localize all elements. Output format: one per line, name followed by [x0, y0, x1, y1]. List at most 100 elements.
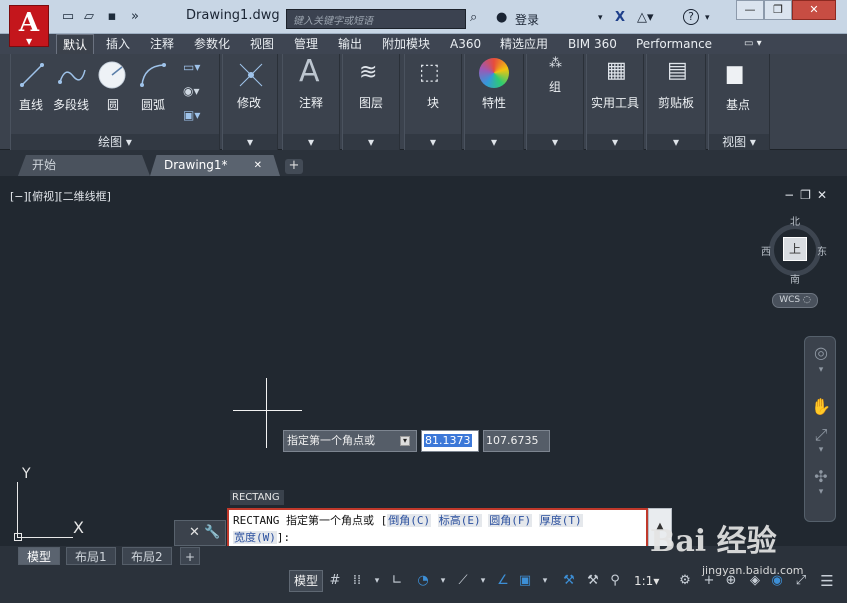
panel-modify[interactable]: 修改 ▾ — [222, 54, 278, 150]
isodraft-icon[interactable]: ⟋ — [454, 572, 472, 590]
panel-modify-dropdown-icon[interactable]: ▾ — [223, 134, 277, 150]
layout-tab-layout1[interactable]: 布局1 — [66, 547, 116, 565]
panel-clipboard[interactable]: ▤ 剪贴板 ▾ — [646, 54, 706, 150]
osnap-dropdown-icon[interactable]: ▾ — [536, 572, 554, 590]
ribbon-tab-output[interactable]: 输出 — [332, 34, 368, 54]
snap-dropdown-icon[interactable]: ▾ — [368, 572, 386, 590]
hatch-icon[interactable]: ◉▾ — [183, 84, 200, 98]
panel-utilities[interactable]: ▦ 实用工具 ▾ — [586, 54, 644, 150]
application-menu-button[interactable]: A ▼ — [9, 5, 49, 47]
ribbon-tab-annotate[interactable]: 注释 — [144, 34, 180, 54]
login-dropdown-icon[interactable]: ▾ — [598, 9, 603, 27]
orbit-dropdown-icon[interactable]: ▾ — [811, 487, 831, 507]
arc-icon[interactable] — [139, 62, 167, 88]
ribbon-tab-manage[interactable]: 管理 — [288, 34, 324, 54]
compass-north[interactable]: 北 — [790, 213, 800, 228]
option-chamfer[interactable]: 倒角(C) — [387, 514, 432, 527]
panel-properties-dropdown-icon[interactable]: ▾ — [465, 134, 523, 150]
ribbon-tab-insert[interactable]: 插入 — [100, 34, 136, 54]
compass-south[interactable]: 南 — [790, 271, 800, 286]
steering-dropdown-icon[interactable]: ▾ — [811, 365, 831, 385]
ribbon-tab-home[interactable]: 默认 — [56, 34, 95, 54]
layout-tab-layout2[interactable]: 布局2 — [122, 547, 172, 565]
dynamic-input-y-field[interactable]: 107.6735 — [483, 430, 550, 452]
help-icon[interactable]: ? — [683, 9, 699, 25]
panel-layers[interactable]: ≋ 图层 ▾ — [342, 54, 400, 150]
option-elevation[interactable]: 标高(E) — [437, 514, 482, 527]
option-fillet[interactable]: 圆角(F) — [488, 514, 533, 527]
panel-draw-footer[interactable]: 绘图 ▾ — [11, 134, 219, 150]
ribbon-tab-parametric[interactable]: 参数化 — [188, 34, 236, 54]
command-line-tools[interactable]: ✕ 🔧 — [174, 520, 226, 546]
add-layout-button[interactable]: + — [180, 547, 201, 565]
dynamic-input-options-icon[interactable]: ▾ — [400, 436, 410, 446]
ribbon-tab-addins[interactable]: 附加模块 — [376, 34, 436, 54]
rectangle-icon[interactable]: ▭▾ — [183, 60, 200, 74]
viewport-controls-label[interactable]: [−][俯视][二维线框] — [10, 188, 111, 204]
search-input[interactable]: 键入关键字或短语 — [286, 9, 466, 29]
panel-block[interactable]: ⬚ 块 ▾ — [404, 54, 462, 150]
auto-scale-icon[interactable]: ⚒ — [584, 572, 602, 590]
region-icon[interactable]: ▣▾ — [183, 108, 200, 122]
compass-east[interactable]: 东 — [817, 243, 827, 258]
polar-dropdown-icon[interactable]: ▾ — [434, 572, 452, 590]
panel-annotation-dropdown-icon[interactable]: ▾ — [283, 134, 339, 150]
option-thickness[interactable]: 厚度(T) — [538, 514, 583, 527]
option-width[interactable]: 宽度(W) — [233, 531, 277, 544]
close-button[interactable]: ✕ — [792, 0, 836, 20]
exchange-apps-icon[interactable]: X — [615, 9, 625, 27]
viewcube-top-face[interactable]: 上 — [783, 237, 807, 261]
file-tab-start[interactable]: 开始 — [18, 155, 150, 176]
command-line-input[interactable]: RECTANG 指定第一个角点或 [倒角(C) 标高(E) 圆角(F) 厚度(T… — [227, 508, 648, 548]
restore-button[interactable]: ❐ — [764, 0, 792, 20]
grid-icon[interactable]: # — [326, 572, 344, 590]
object-snap-icon[interactable]: ▣ — [516, 572, 534, 590]
polar-tracking-icon[interactable]: ◔ — [414, 572, 432, 590]
ortho-icon[interactable]: ∟ — [388, 572, 406, 590]
annotation-visibility-icon[interactable]: ⚒ — [560, 572, 578, 590]
close-tab-icon[interactable]: ✕ — [254, 155, 262, 176]
panel-properties[interactable]: 特性 ▾ — [464, 54, 524, 150]
binoculars-icon[interactable]: ⌕ — [470, 9, 477, 27]
tool-line-label[interactable]: 直线 — [19, 96, 43, 113]
compass-west[interactable]: 西 — [761, 243, 771, 258]
line-icon[interactable] — [19, 62, 45, 88]
panel-clipboard-dropdown-icon[interactable]: ▾ — [647, 134, 705, 150]
panel-groups[interactable]: ⁂ 组 ▾ — [526, 54, 584, 150]
steering-wheel-icon[interactable]: ◎ — [811, 343, 831, 363]
ribbon-tab-view[interactable]: 视图 — [244, 34, 280, 54]
model-space-button[interactable]: 模型 — [289, 570, 323, 592]
tool-arc-label[interactable]: 圆弧 — [141, 96, 165, 113]
minimize-button[interactable]: — — [736, 0, 764, 20]
panel-utilities-dropdown-icon[interactable]: ▾ — [587, 134, 643, 150]
pan-hand-icon[interactable]: ✋ — [811, 397, 831, 417]
autodesk-a360-icon[interactable]: △▾ — [637, 9, 654, 27]
save-icon[interactable]: ▪ — [104, 9, 120, 25]
tool-polyline-label[interactable]: 多段线 — [53, 96, 89, 113]
new-file-icon[interactable]: ▭ — [60, 9, 76, 25]
new-tab-button[interactable]: + — [285, 159, 303, 174]
ribbon-toggle-icon[interactable]: ▭ ▾ — [738, 34, 768, 54]
snap-icon[interactable]: ⁞⁞ — [348, 572, 366, 590]
file-tab-drawing1[interactable]: Drawing1* ✕ — [150, 155, 280, 176]
polyline-icon[interactable] — [57, 62, 87, 88]
annotation-scale-icon[interactable]: ⚲ — [606, 572, 624, 590]
layout-tab-model[interactable]: 模型 — [18, 547, 61, 565]
viewport-window-controls[interactable]: −❐✕ — [784, 188, 833, 202]
ribbon-tab-performance[interactable]: Performance — [630, 34, 718, 54]
panel-groups-dropdown-icon[interactable]: ▾ — [527, 134, 583, 150]
open-folder-icon[interactable]: ▱ — [81, 9, 97, 25]
tool-basepoint-label[interactable]: 基点 — [726, 96, 750, 113]
more-tools-icon[interactable]: » — [127, 9, 143, 25]
ribbon-tab-a360[interactable]: A360 — [444, 34, 487, 54]
panel-view-footer[interactable]: 视图 ▾ — [709, 134, 769, 150]
orbit-icon[interactable]: ✣ — [811, 467, 831, 487]
circle-icon[interactable] — [97, 60, 127, 90]
zoom-dropdown-icon[interactable]: ▾ — [811, 445, 831, 465]
ribbon-tab-featured-apps[interactable]: 精选应用 — [494, 34, 554, 54]
folder-icon[interactable]: ▆ — [727, 60, 742, 84]
tool-circle-label[interactable]: 圆 — [107, 96, 119, 113]
panel-annotation[interactable]: A 注释 ▾ — [282, 54, 340, 150]
panel-layers-dropdown-icon[interactable]: ▾ — [343, 134, 399, 150]
isodraft-dropdown-icon[interactable]: ▾ — [474, 572, 492, 590]
